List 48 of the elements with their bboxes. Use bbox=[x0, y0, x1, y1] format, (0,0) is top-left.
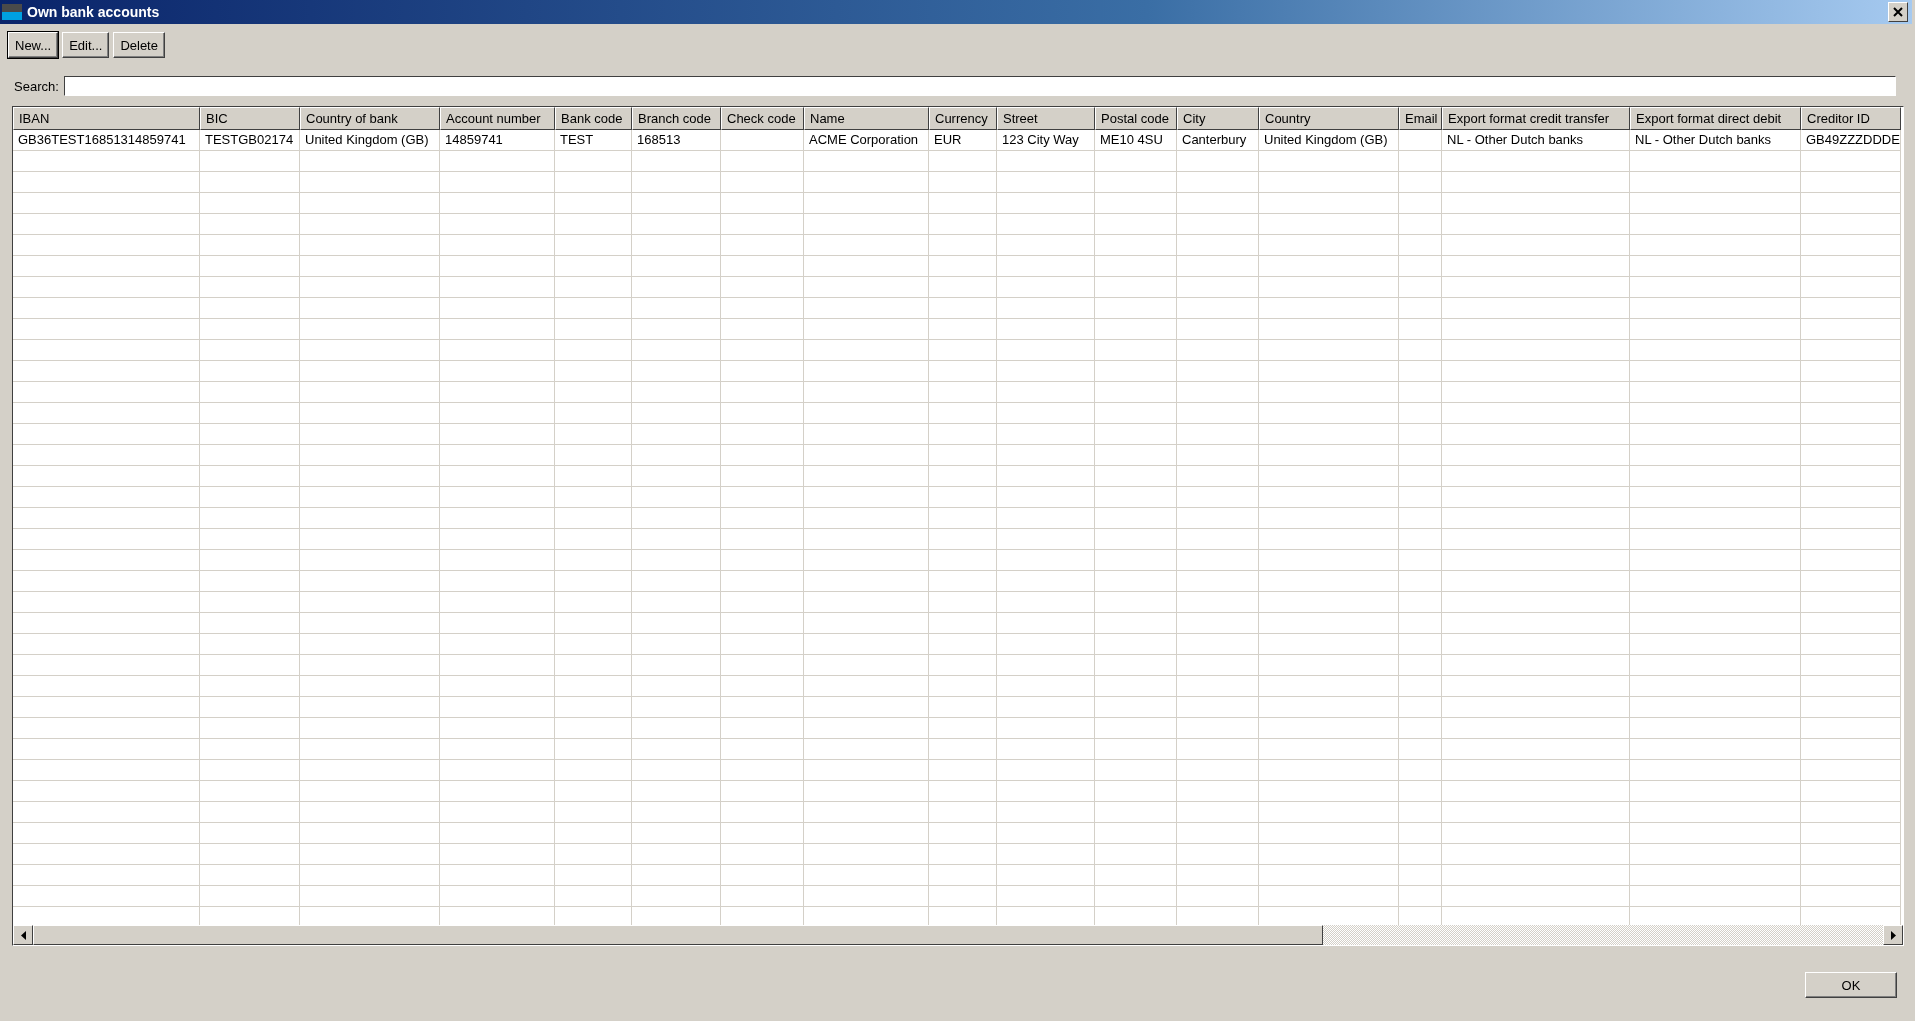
table-cell: 168513 bbox=[632, 130, 721, 151]
column-header[interactable]: Export format credit transfer bbox=[1442, 107, 1630, 130]
column-header[interactable]: Bank code bbox=[555, 107, 632, 130]
toolbar-button[interactable]: Delete bbox=[113, 32, 165, 58]
column-header[interactable]: Street bbox=[997, 107, 1095, 130]
column-header[interactable]: BIC bbox=[200, 107, 300, 130]
right-arrow-icon bbox=[1890, 930, 1896, 940]
table-cell: GB36TEST16851314859741 bbox=[13, 130, 200, 151]
column-header[interactable]: Name bbox=[804, 107, 929, 130]
toolbar-button[interactable]: Edit... bbox=[62, 32, 110, 58]
horizontal-scrollbar[interactable] bbox=[13, 925, 1903, 945]
column-header[interactable]: Check code bbox=[721, 107, 804, 130]
table-cell: Canterbury bbox=[1177, 130, 1259, 151]
toolbar-button[interactable]: New... bbox=[8, 32, 59, 58]
window-title: Own bank accounts bbox=[27, 4, 161, 20]
close-button[interactable] bbox=[1888, 2, 1908, 22]
table-cell: ACME Corporation bbox=[804, 130, 929, 151]
table-cell: United Kingdom (GB) bbox=[1259, 130, 1399, 151]
left-arrow-icon bbox=[20, 930, 26, 940]
window-icon bbox=[2, 4, 22, 20]
column-header[interactable]: Branch code bbox=[632, 107, 721, 130]
table-cell: TEST bbox=[555, 130, 632, 151]
table-cell: United Kingdom (GB) bbox=[300, 130, 440, 151]
column-header[interactable]: Country bbox=[1259, 107, 1399, 130]
column-header[interactable]: Country of bank bbox=[300, 107, 440, 130]
table-cell: TESTGB02174 bbox=[200, 130, 300, 151]
scroll-right-button[interactable] bbox=[1883, 925, 1903, 945]
scroll-left-button[interactable] bbox=[13, 925, 33, 945]
close-icon bbox=[1893, 7, 1903, 17]
ok-button[interactable]: OK bbox=[1805, 972, 1897, 998]
search-label: Search: bbox=[14, 78, 59, 94]
table-cell: GB49ZZZDDDE bbox=[1801, 130, 1901, 151]
column-header[interactable]: Currency bbox=[929, 107, 997, 130]
scrollbar-thumb[interactable] bbox=[33, 925, 1323, 945]
column-header[interactable]: Email bbox=[1399, 107, 1442, 130]
column-header[interactable]: Export format direct debit bbox=[1630, 107, 1801, 130]
table-cell: ME10 4SU bbox=[1095, 130, 1177, 151]
column-header[interactable]: Account number bbox=[440, 107, 555, 130]
column-header[interactable]: City bbox=[1177, 107, 1259, 130]
column-header[interactable]: Postal code bbox=[1095, 107, 1177, 130]
table-cell: NL - Other Dutch banks bbox=[1442, 130, 1630, 151]
table-cell: NL - Other Dutch banks bbox=[1630, 130, 1801, 151]
search-field[interactable] bbox=[63, 76, 1896, 96]
table-cell: EUR bbox=[929, 130, 997, 151]
table-cell: 14859741 bbox=[440, 130, 555, 151]
table-cell: 123 City Way bbox=[997, 130, 1095, 151]
column-header[interactable]: IBAN bbox=[13, 107, 200, 130]
column-header[interactable]: Creditor ID bbox=[1801, 107, 1901, 130]
